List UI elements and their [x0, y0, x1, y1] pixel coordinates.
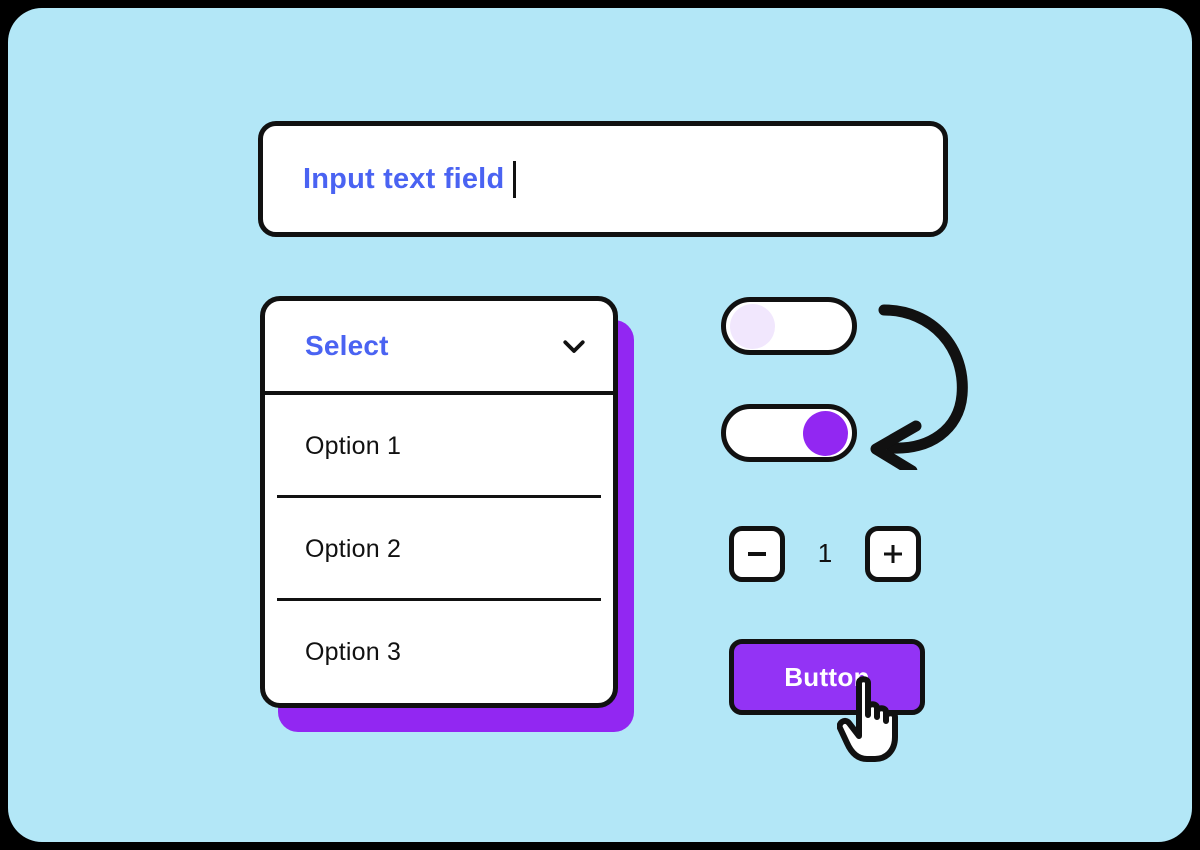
plus-icon [880, 541, 906, 567]
select-card: Select Option 1 Option 2 Option 3 [260, 296, 618, 708]
toggle-switch-off[interactable] [721, 297, 857, 355]
select-option-label: Option 2 [305, 535, 402, 563]
chevron-down-icon[interactable] [559, 331, 589, 361]
select-dropdown[interactable]: Select Option 1 Option 2 Option 3 [260, 296, 634, 732]
toggle-knob-off [730, 303, 775, 349]
ui-canvas: Input text field Select Option 1 Option … [8, 8, 1192, 842]
toggle-switch-on[interactable] [721, 404, 857, 462]
toggle-knob-on [803, 410, 848, 456]
primary-action-button[interactable]: Button [729, 639, 925, 715]
select-option-2[interactable]: Option 2 [265, 498, 613, 601]
stepper-decrement-button[interactable] [729, 525, 785, 582]
stepper-value: 1 [817, 538, 833, 568]
select-option-label: Option 3 [305, 638, 402, 666]
select-header[interactable]: Select [265, 301, 613, 395]
stepper-increment-button[interactable] [865, 525, 921, 582]
input-value-wrap: Input text field [303, 160, 517, 198]
screen-frame: Input text field Select Option 1 Option … [0, 0, 1200, 850]
select-option-label: Option 1 [305, 432, 402, 460]
text-caret [513, 160, 517, 198]
input-text-field[interactable]: Input text field [258, 121, 948, 237]
primary-action-button-label: Button [784, 661, 870, 692]
select-option-3[interactable]: Option 3 [265, 601, 613, 703]
quantity-stepper: 1 [729, 525, 921, 582]
minus-icon [744, 541, 770, 567]
select-option-1[interactable]: Option 1 [265, 395, 613, 498]
select-label: Select [305, 330, 389, 361]
input-text-value: Input text field [303, 162, 505, 195]
select-option-list: Option 1 Option 2 Option 3 [265, 395, 613, 703]
